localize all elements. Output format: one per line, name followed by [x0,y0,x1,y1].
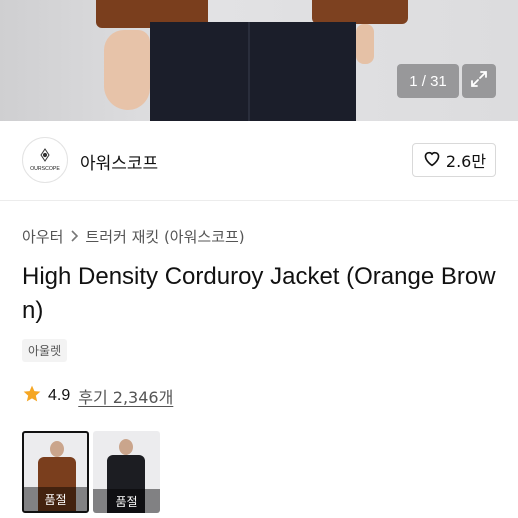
brand-logo[interactable]: OURSCOPE [22,137,68,183]
soldout-label: 품절 [24,487,87,511]
product-image-gallery[interactable]: 1 / 31 [0,0,518,121]
soldout-label: 품절 [93,489,160,513]
photo-jacket-hem-right [312,0,408,24]
thumbnail-model-head [119,439,133,455]
photo-hand-left [104,30,150,110]
rating-score: 4.9 [48,387,71,404]
product-title: High Density Corduroy Jacket (Orange Bro… [22,263,496,324]
variant-thumbnail-orange-brown[interactable]: 품절 [22,431,89,513]
color-variants: 품절 품절 [22,431,160,513]
breadcrumb-item-trucker-jacket[interactable]: 트러커 재킷 (아워스코프) [85,226,244,247]
variant-thumbnail-black[interactable]: 품절 [93,431,160,513]
like-button[interactable]: 2.6만 [412,143,496,177]
expand-icon [469,69,489,93]
breadcrumb-item-outer[interactable]: 아우터 [22,226,63,247]
star-icon [22,384,42,408]
like-count: 2.6만 [445,152,487,171]
heart-outline-icon [422,149,442,171]
brand-row: OURSCOPE 아워스코프 2.6만 [0,121,518,201]
chevron-right-icon [69,228,79,246]
photo-trousers [150,22,356,121]
photo-hand-right [356,24,374,64]
rating-summary: 4.9 후기 2,346개 [22,384,173,408]
image-counter: 1 / 31 [397,64,459,98]
brand-name[interactable]: 아워스코프 [80,149,158,174]
brand-logo-text: OURSCOPE [30,166,60,172]
thumbnail-model-head [50,441,64,457]
expand-image-button[interactable] [462,64,496,98]
category-breadcrumb: 아우터 트러커 재킷 (아워스코프) [22,226,245,247]
outlet-badge: 아울렛 [22,339,68,362]
reviews-link[interactable]: 후기 2,346개 [78,384,173,408]
